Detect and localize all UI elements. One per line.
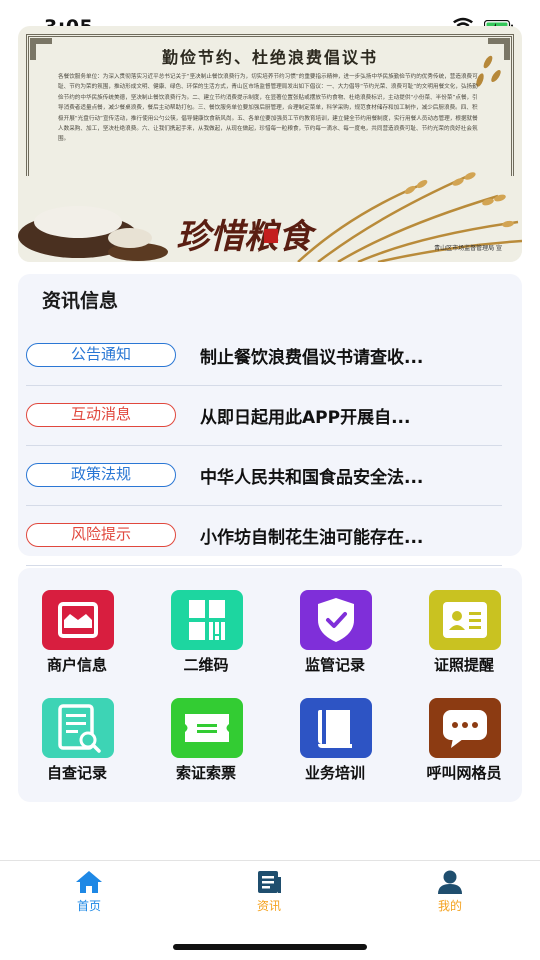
book-icon: [300, 698, 372, 758]
news-section-title: 资讯信息: [42, 290, 119, 312]
news-item[interactable]: 政策法规 中华人民共和国食品安全法...: [26, 446, 502, 506]
news-headline: 从即日起用此APP开展自...: [200, 408, 411, 428]
divider: [26, 565, 502, 566]
grid-item-self-check-records[interactable]: 自查记录: [22, 698, 132, 798]
grid-item-business-training[interactable]: 业务培训: [280, 698, 390, 798]
banner-title: 勤俭节约、杜绝浪费倡议书: [161, 48, 378, 67]
grid-label: 呼叫网格员: [426, 764, 502, 782]
user-icon: [438, 870, 462, 894]
function-grid: 商户信息 二维码 监管记录 证照提醒 自查记录 索证索票 业务培训 呼叫网格员: [18, 568, 522, 802]
home-icon: [76, 871, 102, 893]
news-tag: 风险提示: [26, 523, 176, 547]
chat-icon: [429, 698, 501, 758]
news-section: 资讯信息 公告通知 制止餐饮浪费倡议书请查收... 互动消息 从即日起用此APP…: [18, 274, 522, 566]
tab-label: 我的: [437, 899, 462, 913]
qrcode-icon: [171, 590, 243, 650]
license-icon: [429, 590, 501, 650]
news-icon: [258, 871, 281, 893]
banner-carousel[interactable]: 勤俭节约、杜绝浪费倡议书 各餐饮服务单位：为深入贯彻落实习近平总书记关于“坚决制…: [18, 26, 522, 262]
grid-item-license-reminder[interactable]: 证照提醒: [409, 590, 519, 690]
banner-caption: 青山区市场监督管理局 宣: [434, 245, 502, 252]
news-item[interactable]: 风险提示 小作坊自制花生油可能存在...: [26, 506, 502, 566]
grid-label: 证照提醒: [433, 656, 494, 674]
grid-label: 监管记录: [304, 656, 365, 674]
grid-item-certificate-tickets[interactable]: 索证索票: [151, 698, 261, 798]
grid-label: 商户信息: [46, 656, 107, 674]
tab-home[interactable]: 首页: [49, 869, 129, 919]
tab-news[interactable]: 资讯: [229, 869, 309, 919]
news-tag: 公告通知: [26, 343, 176, 367]
self-check-icon: [42, 698, 114, 758]
grid-label: 索证索票: [175, 764, 236, 782]
tab-profile[interactable]: 我的: [410, 869, 490, 919]
shield-icon: [300, 590, 372, 650]
news-tag: 政策法规: [26, 463, 176, 487]
news-tag: 互动消息: [26, 403, 176, 427]
news-headline: 中华人民共和国食品安全法...: [200, 468, 424, 488]
grid-item-inspection-records[interactable]: 监管记录: [280, 590, 390, 690]
tab-label: 资讯: [256, 899, 281, 913]
news-headline: 制止餐饮浪费倡议书请查收...: [200, 348, 424, 368]
banner-slogan: 珍惜粮食: [176, 217, 312, 257]
grid-label: 自查记录: [46, 764, 107, 782]
grid-item-call-grid-officer[interactable]: 呼叫网格员: [409, 698, 519, 798]
news-item[interactable]: 互动消息 从即日起用此APP开展自...: [26, 386, 502, 446]
grid-item-qrcode[interactable]: 二维码: [151, 590, 261, 690]
ticket-icon: [171, 698, 243, 758]
news-item[interactable]: 公告通知 制止餐饮浪费倡议书请查收...: [26, 326, 502, 386]
home-indicator[interactable]: [173, 944, 367, 950]
shop-icon: [42, 590, 114, 650]
news-headline: 小作坊自制花生油可能存在...: [200, 528, 424, 548]
seal-icon: [264, 229, 278, 243]
banner-body: 各餐饮服务单位：为深入贯彻落实习近平总书记关于“坚决制止餐饮浪费行为，切实培养节…: [58, 74, 478, 143]
grid-label: 业务培训: [304, 764, 365, 782]
grid-item-merchant-info[interactable]: 商户信息: [22, 590, 132, 690]
tab-label: 首页: [76, 899, 101, 913]
grid-label: 二维码: [183, 656, 229, 674]
